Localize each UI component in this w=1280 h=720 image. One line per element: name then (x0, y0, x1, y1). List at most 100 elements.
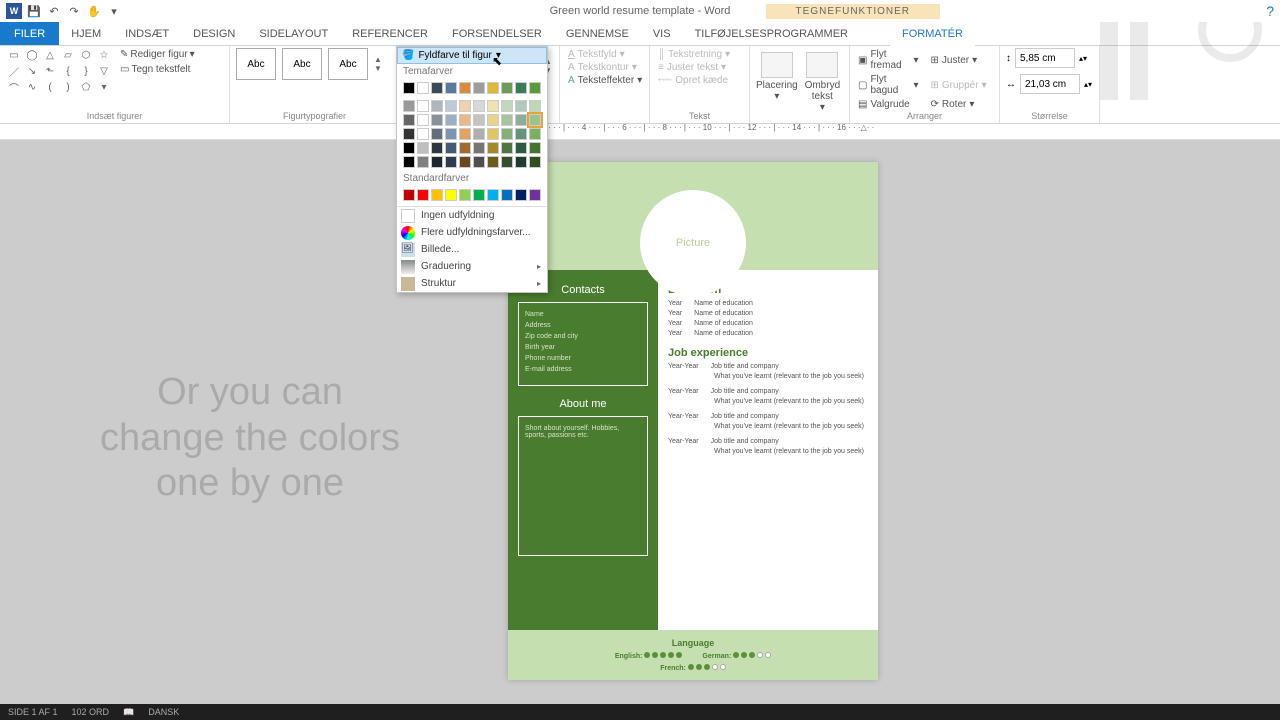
tab-vis[interactable]: VIS (641, 22, 683, 45)
color-swatch[interactable] (459, 114, 471, 126)
color-swatch[interactable] (431, 156, 443, 168)
color-swatch[interactable] (417, 189, 429, 201)
align-button[interactable]: ⊞ Juster ▾ (929, 48, 994, 72)
color-swatch[interactable] (403, 82, 415, 94)
doc-footer[interactable]: Language English: German: French: (508, 630, 878, 680)
color-swatch[interactable] (459, 189, 471, 201)
horizontal-ruler[interactable]: · · · | · · · 2 · · · | · · · 4 · · · | … (0, 124, 1280, 140)
color-swatch[interactable] (529, 114, 541, 126)
qat-dropdown-icon[interactable]: ▾ (106, 3, 122, 19)
color-swatch[interactable] (473, 189, 485, 201)
tab-hjem[interactable]: HJEM (59, 22, 113, 45)
color-swatch[interactable] (445, 82, 457, 94)
color-swatch[interactable] (487, 156, 499, 168)
color-swatch[interactable] (403, 189, 415, 201)
selection-pane-button[interactable]: ▤ Valgrude (856, 98, 921, 111)
color-swatch[interactable] (445, 156, 457, 168)
color-swatch[interactable] (403, 156, 415, 168)
redo-icon[interactable]: ↷ (66, 3, 82, 19)
create-link-button[interactable]: ⬳ Opret kæde (656, 74, 743, 87)
color-swatch[interactable] (403, 100, 415, 112)
text-outline-button[interactable]: A Tekstkontur ▾ (566, 61, 643, 74)
undo-icon[interactable]: ↶ (46, 3, 62, 19)
position-button[interactable]: Placering▾ (756, 52, 798, 102)
shape-fill-button[interactable]: 🪣 Fyldfarve til figur ▾ (397, 47, 547, 64)
color-swatch[interactable] (515, 128, 527, 140)
width-input[interactable] (1020, 74, 1080, 94)
shape-style-gallery[interactable]: Abc Abc Abc ▲▼ (236, 48, 393, 80)
color-swatch[interactable] (501, 189, 513, 201)
tab-design[interactable]: DESIGN (181, 22, 247, 45)
color-swatch[interactable] (501, 114, 513, 126)
color-swatch[interactable] (473, 82, 485, 94)
color-swatch[interactable] (529, 128, 541, 140)
help-icon[interactable]: ? (1266, 3, 1274, 19)
color-swatch[interactable] (417, 100, 429, 112)
draw-textbox-button[interactable]: ▭ Tegn tekstfelt (118, 63, 197, 76)
color-swatch[interactable] (459, 82, 471, 94)
color-swatch[interactable] (459, 156, 471, 168)
doc-sidebar[interactable]: Contacts NameAddressZip code and cityBir… (508, 270, 658, 630)
text-fill-button[interactable]: A Tekstfyld ▾ (566, 48, 643, 61)
text-direction-button[interactable]: ║ Tekstretning ▾ (656, 48, 743, 61)
color-swatch[interactable] (473, 128, 485, 140)
color-swatch[interactable] (515, 100, 527, 112)
gradient-item[interactable]: Graduering▸ (397, 258, 547, 275)
language-indicator[interactable]: DANSK (148, 707, 179, 717)
color-swatch[interactable] (445, 189, 457, 201)
color-swatch[interactable] (459, 100, 471, 112)
color-swatch[interactable] (431, 100, 443, 112)
color-swatch[interactable] (431, 128, 443, 140)
color-swatch[interactable] (515, 82, 527, 94)
align-text-button[interactable]: ≡ Juster tekst ▾ (656, 61, 743, 74)
color-swatch[interactable] (501, 82, 513, 94)
color-swatch[interactable] (487, 189, 499, 201)
picture-fill-item[interactable]: 🖼Billede... (397, 241, 547, 258)
word-count[interactable]: 102 ORD (72, 707, 110, 717)
tab-tilf[interactable]: TILFØJELSESPROGRAMMER (683, 22, 860, 45)
color-swatch[interactable] (473, 156, 485, 168)
height-input[interactable] (1015, 48, 1075, 68)
document-canvas[interactable]: Or you can change the colors one by one … (0, 140, 1280, 704)
color-swatch[interactable] (473, 100, 485, 112)
no-fill-item[interactable]: Ingen udfyldning (397, 207, 547, 224)
color-swatch[interactable] (459, 142, 471, 154)
text-effects-button[interactable]: A Teksteffekter ▾ (566, 74, 643, 87)
color-swatch[interactable] (431, 114, 443, 126)
shapes-gallery[interactable]: ▭◯△▱⬡☆ ／↘⬑{}▽ ⌒∿()⬠▾ (6, 48, 112, 94)
color-swatch[interactable] (487, 100, 499, 112)
color-swatch[interactable] (487, 142, 499, 154)
group-button[interactable]: ⊞ Gruppér ▾ (929, 73, 994, 97)
tab-sidelayout[interactable]: SIDELAYOUT (247, 22, 340, 45)
color-swatch[interactable] (459, 128, 471, 140)
color-swatch[interactable] (417, 128, 429, 140)
color-swatch[interactable] (445, 100, 457, 112)
texture-item[interactable]: Struktur▸ (397, 275, 547, 292)
color-swatch[interactable] (431, 142, 443, 154)
color-swatch[interactable] (487, 128, 499, 140)
color-swatch[interactable] (529, 82, 541, 94)
tab-referencer[interactable]: REFERENCER (340, 22, 440, 45)
rotate-button[interactable]: ⟳ Roter ▾ (929, 98, 994, 111)
color-swatch[interactable] (501, 100, 513, 112)
save-icon[interactable]: 💾 (26, 3, 42, 19)
tab-formater[interactable]: FORMATÉR (890, 23, 975, 46)
color-swatch[interactable] (515, 142, 527, 154)
color-swatch[interactable] (529, 156, 541, 168)
color-swatch[interactable] (403, 142, 415, 154)
style-3[interactable]: Abc (328, 48, 368, 80)
style-1[interactable]: Abc (236, 48, 276, 80)
color-swatch[interactable] (445, 128, 457, 140)
color-swatch[interactable] (529, 100, 541, 112)
bring-forward-button[interactable]: ▣ Flyt fremad ▾ (856, 48, 921, 72)
style-2[interactable]: Abc (282, 48, 322, 80)
color-swatch[interactable] (417, 82, 429, 94)
color-swatch[interactable] (417, 156, 429, 168)
tab-file[interactable]: FILER (0, 22, 59, 45)
color-swatch[interactable] (487, 82, 499, 94)
color-swatch[interactable] (501, 128, 513, 140)
color-swatch[interactable] (501, 156, 513, 168)
touch-icon[interactable]: ✋ (86, 3, 102, 19)
color-swatch[interactable] (431, 189, 443, 201)
color-swatch[interactable] (515, 156, 527, 168)
